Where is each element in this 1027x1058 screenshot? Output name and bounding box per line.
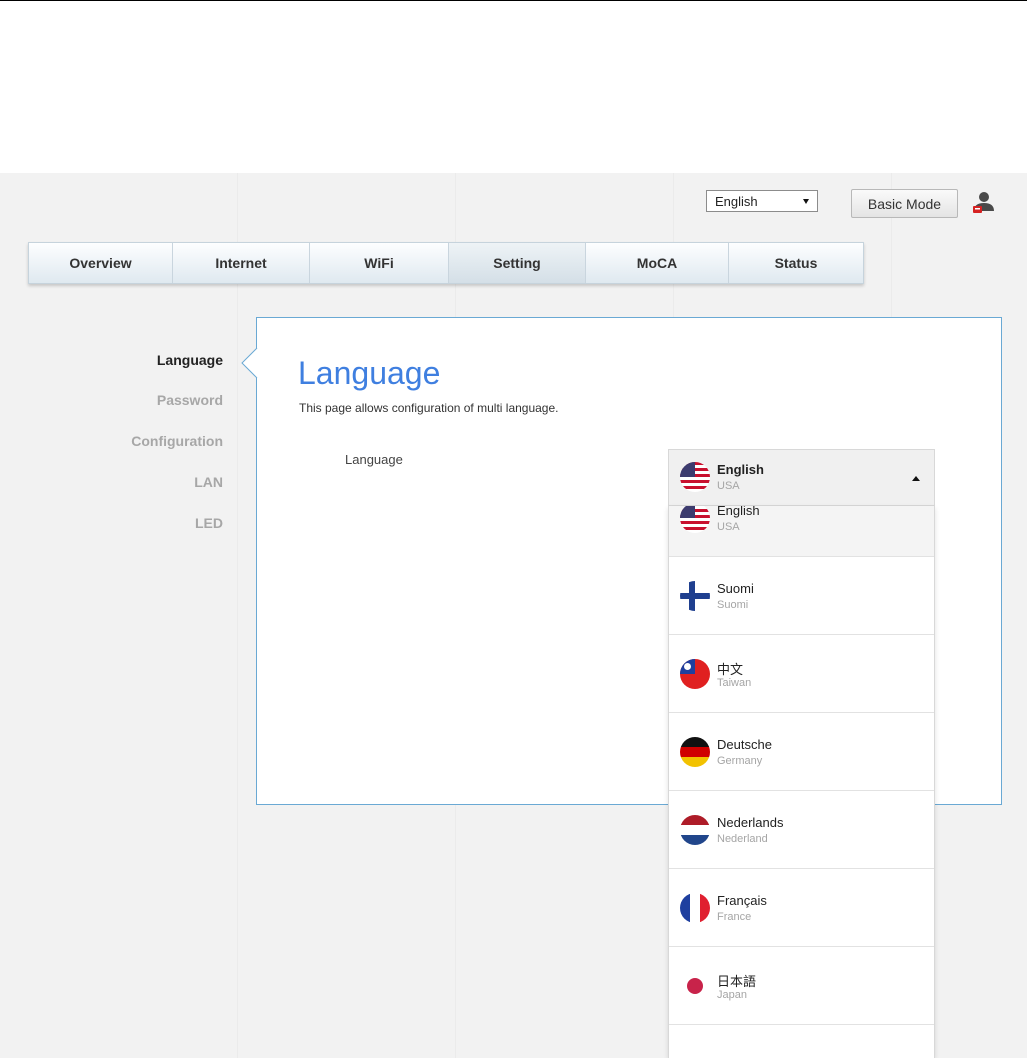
- option-name: Suomi: [717, 581, 754, 596]
- selected-language-name: English: [717, 462, 764, 477]
- us-flag-icon: [680, 462, 710, 492]
- router-admin-app: English Basic Mode Overview Internet WiF…: [0, 173, 1027, 1058]
- france-flag-icon: [680, 893, 710, 923]
- background-grid-line: [237, 173, 238, 1058]
- dropdown-arrow-icon: [803, 199, 809, 204]
- sidebar-item-led[interactable]: LED: [195, 515, 223, 531]
- japan-flag-icon: [680, 971, 710, 1001]
- basic-mode-button[interactable]: Basic Mode: [851, 189, 958, 218]
- tab-internet[interactable]: Internet: [173, 243, 310, 283]
- caret-up-icon: [912, 476, 920, 481]
- active-item-pointer: [241, 348, 258, 378]
- option-name: Nederlands: [717, 815, 784, 830]
- language-option-chinese[interactable]: 中文 Taiwan: [669, 635, 934, 713]
- option-name: English: [717, 506, 760, 518]
- option-name: Deutsche: [717, 737, 772, 752]
- taiwan-flag-icon: [680, 659, 710, 689]
- option-region: Nederland: [717, 833, 768, 845]
- language-option-japanese[interactable]: 日本語 Japan: [669, 947, 934, 1025]
- language-option-suomi[interactable]: Suomi Suomi: [669, 557, 934, 635]
- top-divider: [0, 0, 1027, 1]
- language-dropdown[interactable]: English USA: [668, 449, 935, 506]
- language-field-label: Language: [345, 452, 403, 467]
- sidebar-item-language[interactable]: Language: [157, 352, 223, 368]
- tab-wifi[interactable]: WiFi: [310, 243, 449, 283]
- language-option-francais[interactable]: Français France: [669, 869, 934, 947]
- language-option-deutsche[interactable]: Deutsche Germany: [669, 713, 934, 791]
- header-language-value: English: [715, 194, 758, 209]
- option-region: Japan: [717, 989, 747, 1001]
- header-language-select[interactable]: English: [706, 190, 818, 212]
- option-region: Germany: [717, 755, 763, 767]
- selected-language-region: USA: [717, 480, 740, 492]
- sidebar-item-lan[interactable]: LAN: [194, 474, 223, 490]
- option-region: USA: [717, 521, 740, 533]
- us-flag-icon: [680, 506, 710, 533]
- user-logout-icon[interactable]: [971, 189, 997, 215]
- language-options-list: English USA Suomi Suomi 中文 Taiwan Deutsc…: [668, 506, 935, 1058]
- main-tab-bar: Overview Internet WiFi Setting MoCA Stat…: [28, 242, 864, 284]
- page-description: This page allows configuration of multi …: [299, 401, 559, 415]
- tab-status[interactable]: Status: [729, 243, 863, 283]
- tab-overview[interactable]: Overview: [29, 243, 173, 283]
- sidebar-item-configuration[interactable]: Configuration: [131, 433, 223, 449]
- language-option-english[interactable]: English USA: [669, 506, 934, 557]
- netherlands-flag-icon: [680, 815, 710, 845]
- germany-flag-icon: [680, 737, 710, 767]
- option-region: Taiwan: [717, 677, 752, 689]
- tab-moca[interactable]: MoCA: [586, 243, 729, 283]
- sidebar-item-password[interactable]: Password: [157, 392, 223, 408]
- option-region: Suomi: [717, 599, 749, 611]
- option-name: 日本語: [717, 974, 757, 989]
- language-option-nederlands[interactable]: Nederlands Nederland: [669, 791, 934, 869]
- page-title: Language: [298, 355, 441, 391]
- finland-flag-icon: [680, 581, 710, 611]
- option-region: France: [717, 911, 752, 923]
- tab-setting[interactable]: Setting: [449, 243, 586, 283]
- option-name: 中文: [717, 662, 744, 677]
- option-name: Français: [717, 893, 767, 908]
